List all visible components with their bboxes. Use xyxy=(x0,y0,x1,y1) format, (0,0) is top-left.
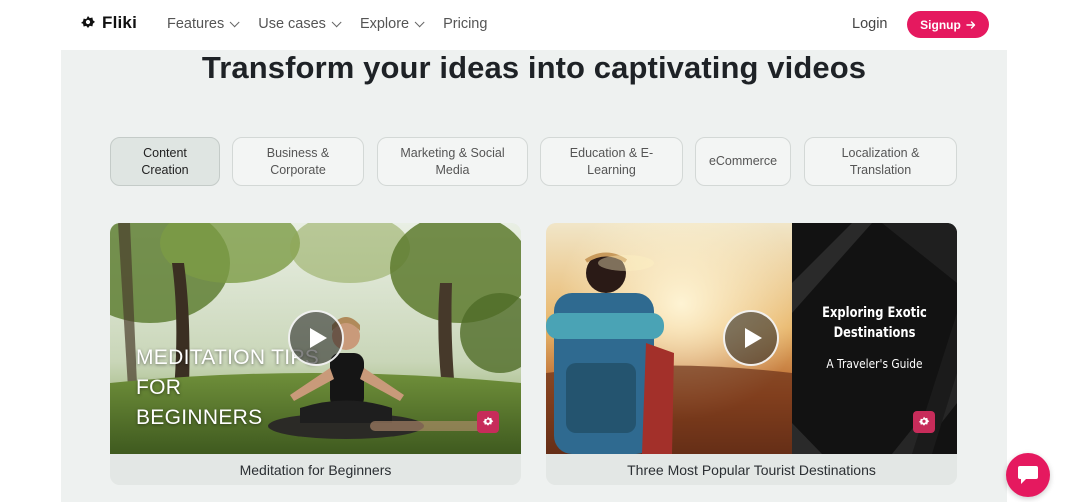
tab-education-e-learning[interactable]: Education & E-Learning xyxy=(540,137,683,186)
signup-label: Signup xyxy=(920,17,961,32)
chat-bubble-icon xyxy=(1018,466,1038,484)
tab-ecommerce[interactable]: eCommerce xyxy=(695,137,791,186)
video-title-panel: Exploring Exotic Destinations A Traveler… xyxy=(792,223,957,454)
fliki-logo-icon xyxy=(81,16,95,28)
video-card-meditation[interactable]: MEDITATION TIPS FOR BEGINNERS Meditation… xyxy=(110,223,521,485)
logo[interactable]: Fliki xyxy=(80,13,137,33)
video-overlay-title: Exploring Exotic Destinations xyxy=(822,305,927,341)
menu-use-cases-label: Use cases xyxy=(258,16,326,32)
menu-explore[interactable]: Explore xyxy=(359,16,425,32)
menu-pricing-label: Pricing xyxy=(443,16,488,32)
menu-explore-label: Explore xyxy=(359,16,410,32)
play-button[interactable] xyxy=(723,310,779,366)
tab-business-corporate[interactable]: Business & Corporate xyxy=(232,137,364,186)
fliki-watermark-icon xyxy=(477,411,499,433)
tab-localization-translation[interactable]: Localization & Translation xyxy=(804,137,957,186)
video-card-travel[interactable]: Exploring Exotic Destinations A Traveler… xyxy=(546,223,957,485)
arrow-right-icon xyxy=(966,20,976,29)
top-navbar: Fliki Features Use cases Explore Pricing… xyxy=(0,0,1068,50)
login-link[interactable]: Login xyxy=(852,16,887,32)
play-icon xyxy=(745,328,762,348)
video-overlay-subtitle: A Traveler's Guide xyxy=(826,356,923,371)
tab-marketing-social-media[interactable]: Marketing & Social Media xyxy=(377,137,528,186)
video-caption[interactable]: Meditation for Beginners xyxy=(110,454,521,485)
chevron-down-icon xyxy=(331,16,342,27)
video-caption[interactable]: Three Most Popular Tourist Destinations xyxy=(546,454,957,485)
signup-button[interactable]: Signup xyxy=(907,11,989,38)
video-thumbnail[interactable]: Exploring Exotic Destinations A Traveler… xyxy=(546,223,957,454)
chat-widget-button[interactable] xyxy=(1006,453,1050,497)
menu-features-label: Features xyxy=(167,16,225,32)
menu-pricing[interactable]: Pricing xyxy=(443,16,487,32)
play-icon xyxy=(310,328,327,348)
logo-text: Fliki xyxy=(102,13,138,32)
section-headline: Transform your ideas into captivating vi… xyxy=(201,50,867,85)
chevron-down-icon xyxy=(229,16,240,27)
play-button[interactable] xyxy=(288,310,344,366)
tab-content-creation[interactable]: Content Creation xyxy=(110,137,220,186)
video-thumbnail[interactable]: MEDITATION TIPS FOR BEGINNERS xyxy=(110,223,521,454)
menu-use-cases[interactable]: Use cases xyxy=(258,16,342,32)
video-overlay-title: MEDITATION TIPS FOR BEGINNERS xyxy=(136,346,319,429)
fliki-watermark-icon xyxy=(913,411,935,433)
menu-features[interactable]: Features xyxy=(167,16,240,32)
chevron-down-icon xyxy=(414,16,425,27)
main-menu: Features Use cases Explore Pricing xyxy=(167,16,487,32)
